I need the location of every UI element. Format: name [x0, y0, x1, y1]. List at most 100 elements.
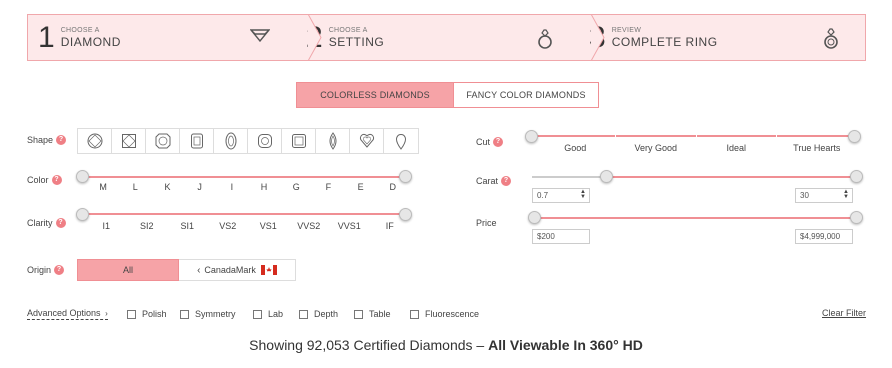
color-tick-label: D — [389, 182, 397, 192]
clarity-tick-label: I1 — [102, 221, 110, 231]
help-icon[interactable]: ? — [56, 135, 67, 145]
cut-slider-track[interactable] — [532, 135, 855, 137]
step-caption: CHOOSE A — [328, 26, 368, 34]
step-title: DIAMOND — [60, 34, 121, 49]
step-caption: CHOOSE A — [60, 26, 100, 34]
help-icon[interactable]: ? — [493, 137, 504, 147]
cushion-shape-icon[interactable] — [248, 129, 282, 153]
results-count-text: Showing 92,053 Certified Diamonds – — [249, 337, 485, 353]
asscher-shape-icon[interactable] — [146, 129, 180, 153]
clarity-tick-label: VS2 — [219, 221, 237, 231]
color-tick-label: F — [325, 182, 332, 192]
color-tick-label: M — [99, 182, 107, 192]
clarity-tick-label: SI2 — [139, 221, 154, 231]
results-highlight-text: All Viewable In 360° HD — [488, 337, 643, 353]
step-choose-diamond[interactable]: 1 CHOOSE A DIAMOND — [28, 14, 322, 61]
price-max-handle[interactable] — [850, 211, 863, 224]
princess-shape-icon[interactable] — [112, 129, 146, 153]
carat-filter-label: Carat? — [476, 176, 512, 186]
price-slider-track[interactable] — [535, 217, 857, 219]
cut-min-handle[interactable] — [525, 130, 538, 143]
table-checkbox[interactable]: Table — [354, 309, 391, 319]
clarity-tick-label: VVS2 — [297, 221, 321, 231]
color-tick-label: H — [260, 182, 268, 192]
marquise-shape-icon[interactable] — [316, 129, 350, 153]
tab-colorless-diamonds[interactable]: COLORLESS DIAMONDS — [296, 82, 454, 108]
diamond-icon — [249, 28, 271, 47]
checkbox-label: Fluorescence — [425, 309, 480, 319]
advanced-options-label: Advanced Options — [27, 308, 101, 318]
cut-segment-divider — [615, 131, 616, 141]
step-choose-setting[interactable]: 2 CHOOSE A SETTING — [296, 14, 605, 61]
clear-filter-link[interactable]: Clear Filter — [822, 308, 866, 318]
step-review-ring[interactable]: 3 REVIEW COMPLETE RING — [579, 15, 865, 60]
price-filter-label: Price — [476, 218, 497, 228]
fluorescence-checkbox[interactable]: Fluorescence — [410, 309, 479, 319]
cut-tick-label: Ideal — [726, 143, 747, 153]
shape-selector — [77, 128, 419, 154]
clarity-max-handle[interactable] — [399, 208, 412, 221]
carat-max-input[interactable]: 30 ▲ ▼ — [795, 188, 853, 203]
oval-shape-icon[interactable] — [214, 129, 248, 153]
color-tick-label: J — [197, 182, 202, 192]
step-title: SETTING — [328, 34, 385, 49]
cut-max-handle[interactable] — [848, 130, 861, 143]
checkbox-label: Polish — [142, 309, 167, 319]
price-max-value: $4,999,000 — [800, 232, 841, 241]
emerald-shape-icon[interactable] — [282, 129, 316, 153]
clarity-min-handle[interactable] — [76, 208, 89, 221]
depth-checkbox[interactable]: Depth — [299, 309, 338, 319]
price-max-input[interactable]: $4,999,000 — [795, 229, 853, 244]
heart-shape-icon[interactable] — [350, 129, 384, 153]
clarity-tick-label: VS1 — [259, 221, 277, 231]
chevron-left-icon: ‹ — [197, 264, 201, 276]
clarity-tick-label: SI1 — [180, 221, 194, 231]
help-icon[interactable]: ? — [55, 218, 66, 228]
clarity-slider-track[interactable] — [83, 213, 405, 215]
help-icon[interactable]: ? — [54, 265, 65, 275]
polish-checkbox[interactable]: Polish — [127, 309, 167, 319]
tab-fancy-color-diamonds[interactable]: FANCY COLOR DIAMONDS — [454, 82, 599, 108]
help-icon[interactable]: ? — [51, 175, 62, 185]
carat-max-value: 30 — [800, 191, 809, 200]
step-caption: REVIEW — [611, 26, 642, 34]
origin-canadamark-button[interactable]: ‹ CanadaMark — [179, 259, 296, 281]
lab-checkbox[interactable]: Lab — [253, 309, 283, 319]
clarity-ticks: I1 SI2 SI1 VS2 VS1 VVS2 VVS1 IF — [86, 221, 410, 231]
checkbox-label: Lab — [268, 309, 284, 319]
help-icon[interactable]: ? — [501, 176, 512, 186]
radiant-shape-icon[interactable] — [180, 129, 214, 153]
complete-ring-icon — [823, 28, 839, 55]
results-summary: Showing 92,053 Certified Diamonds – All … — [0, 337, 892, 353]
price-min-input[interactable]: $200 — [532, 229, 590, 244]
carat-min-handle[interactable] — [600, 170, 613, 183]
price-min-handle[interactable] — [528, 211, 541, 224]
origin-all-button[interactable]: All — [77, 259, 179, 281]
symmetry-checkbox[interactable]: Symmetry — [180, 309, 236, 319]
clarity-tick-label: IF — [385, 221, 394, 231]
cut-filter-label: Cut? — [476, 137, 504, 147]
color-filter-label: Color? — [27, 175, 62, 185]
color-slider-track[interactable] — [83, 176, 405, 178]
pear-shape-icon[interactable] — [384, 129, 418, 153]
checkbox-label: Symmetry — [195, 309, 236, 319]
advanced-options-toggle[interactable]: Advanced Options › — [27, 308, 108, 320]
progress-steps: 1 CHOOSE A DIAMOND 2 CHOOSE A SETTING 3 … — [27, 14, 866, 61]
carat-slider-track[interactable] — [607, 176, 856, 178]
cut-tick-label: True Hearts — [793, 143, 841, 153]
clarity-tick-label: VVS1 — [337, 221, 361, 231]
canadamark-label: CanadaMark — [204, 265, 256, 275]
origin-filter-label: Origin? — [27, 265, 65, 275]
stepper-arrows-icon[interactable]: ▲ ▼ — [843, 189, 849, 200]
chevron-right-icon: › — [105, 309, 108, 318]
carat-min-input[interactable]: 0.7 ▲ ▼ — [532, 188, 590, 203]
carat-max-handle[interactable] — [850, 170, 863, 183]
price-label-text: Price — [476, 218, 497, 228]
color-tick-label: L — [132, 182, 138, 192]
carat-label-text: Carat — [476, 176, 499, 186]
stepper-arrows-icon[interactable]: ▲ ▼ — [580, 189, 586, 200]
price-min-value: $200 — [537, 232, 555, 241]
round-shape-icon[interactable] — [78, 129, 112, 153]
shape-label-text: Shape — [27, 135, 54, 145]
ring-setting-icon — [537, 28, 553, 55]
